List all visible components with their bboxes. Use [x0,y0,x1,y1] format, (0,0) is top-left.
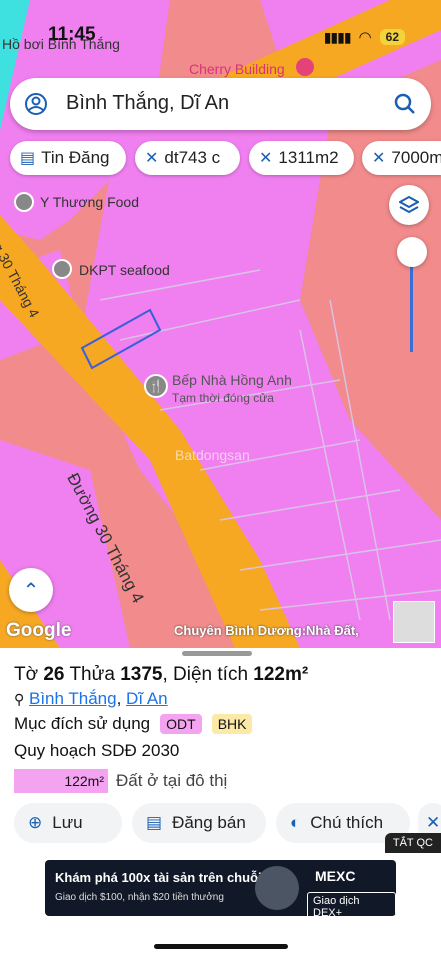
legend-label: Chú thích [310,813,384,832]
map-ad-caption[interactable]: Chuyên Bình Dương:Nhà Đất, [174,623,392,638]
poi-dkpt-seafood[interactable]: DKPT seafood [79,262,170,278]
parcel-number: 1375 [120,664,163,685]
layers-button[interactable] [389,185,429,225]
post-icon: ▤ [146,813,163,832]
poi-status: Tạm thời đóng cửa [172,391,274,405]
plan-description: Đất ở tại đô thị [116,771,228,790]
measure-icon: ✕ [259,150,273,167]
expand-up-button[interactable]: ⌃ [9,568,53,612]
sheet-label: Tờ [14,664,39,685]
ward-link[interactable]: Bình Thắng [29,689,117,708]
poi-cherry-building[interactable]: Cherry Building [189,61,285,77]
layers-icon [399,195,419,214]
area-label: Diện tích [173,664,249,685]
chevron-up-icon: ⌃ [22,579,40,602]
account-icon[interactable] [24,92,48,116]
battery-indicator: 62 [379,29,405,45]
measure-icon: ✕ [145,150,159,167]
save-button[interactable]: ⊕ Lưu [14,803,122,843]
chip-label: dt743 c [164,148,221,167]
purpose-tag-bhk: BHK [211,714,253,734]
chip-area-1311[interactable]: ✕ 1311m2 [249,141,354,175]
post-sale-button[interactable]: ▤ Đăng bán [132,803,266,843]
purpose-tag-odt: ODT [160,714,202,734]
advertiser-thumbnail[interactable] [393,601,435,643]
poi-bep-nha-hong-anh[interactable]: Bếp Nhà Hồng Anh [172,372,292,388]
google-logo: Google [6,620,72,641]
ad-subtext: Giao dịch $100, nhận $20 tiền thưởng [55,892,224,903]
area-value: 122m² [253,664,309,685]
post-label: Đăng bán [172,813,246,832]
search-bar[interactable]: Bình Thắng, Dĩ An [10,78,431,130]
chip-label: Tin Đăng [41,148,110,167]
wifi-icon: ◠ [358,29,372,46]
poi-pin-icon[interactable] [52,259,72,279]
parcel-location: ⚲ Bình Thắng, Dĩ An [14,689,168,708]
home-indicator[interactable] [154,944,288,949]
watermark: Batdongsan [175,447,250,463]
chip-label: 1311m2 [278,148,339,167]
plan-label: Quy hoạch SDĐ 2030 [14,741,180,760]
district-link[interactable]: Dĩ An [126,689,168,708]
measure-icon: ✕ [426,813,441,832]
chip-label: 7000m [391,148,441,167]
ad-banner[interactable]: Khám phá 100x tài sản trên chuỗi Giao dị… [45,860,396,916]
map-view[interactable]: 11:45 Hồ bơi Bình Thắng ▮▮▮▮ ◠ 62 Cherry… [0,0,441,648]
ad-headline: Khám phá 100x tài sản trên chuỗi [55,870,262,885]
purpose-label: Mục đích sử dụng [14,714,151,733]
parcel-label: Thửa [69,664,115,685]
contrast-icon: ◐ [290,813,301,832]
opacity-slider-knob[interactable] [397,237,427,267]
drag-handle[interactable] [182,651,252,656]
location-pin-icon: ⚲ [14,691,25,707]
list-icon: ▤ [20,150,36,167]
ad-brand: MEXC [315,868,356,884]
chip-road[interactable]: ✕ dt743 c [135,141,240,175]
search-input[interactable]: Bình Thắng, Dĩ An [66,92,229,115]
poi-y-thuong-food[interactable]: Y Thương Food [40,194,139,210]
measure-icon: ✕ [372,150,386,167]
map-label-top: Hồ bơi Bình Thắng [2,36,120,52]
poi-pin-icon[interactable] [14,192,34,212]
opacity-slider-track[interactable] [410,258,413,352]
restaurant-icon[interactable]: 🍴 [144,374,168,398]
chip-area-7000[interactable]: ✕ 7000m [362,141,441,175]
parcel-title: Tờ 26 Thửa 1375, Diện tích 122m² [14,664,309,685]
plan-area-value: 122m² [14,769,108,793]
save-label: Lưu [52,813,83,832]
hide-ad-button[interactable]: TẮT QC [384,833,441,853]
status-icons: ▮▮▮▮ ◠ 62 [324,28,405,46]
plan-area-row: 122m² Đất ở tại đô thị [14,769,227,793]
search-icon[interactable] [393,92,417,116]
ad-coin-image [255,866,299,910]
sheet-number: 26 [43,664,65,685]
signal-icon: ▮▮▮▮ [323,28,352,45]
save-icon: ⊕ [28,813,43,832]
ad-cta-button[interactable]: Giao dịch DEX+ [307,892,396,916]
chip-tin-dang[interactable]: ▤ Tin Đăng [10,141,126,175]
hotel-icon [296,58,314,76]
land-purpose: Mục đích sử dụng ODT BHK [14,714,253,734]
